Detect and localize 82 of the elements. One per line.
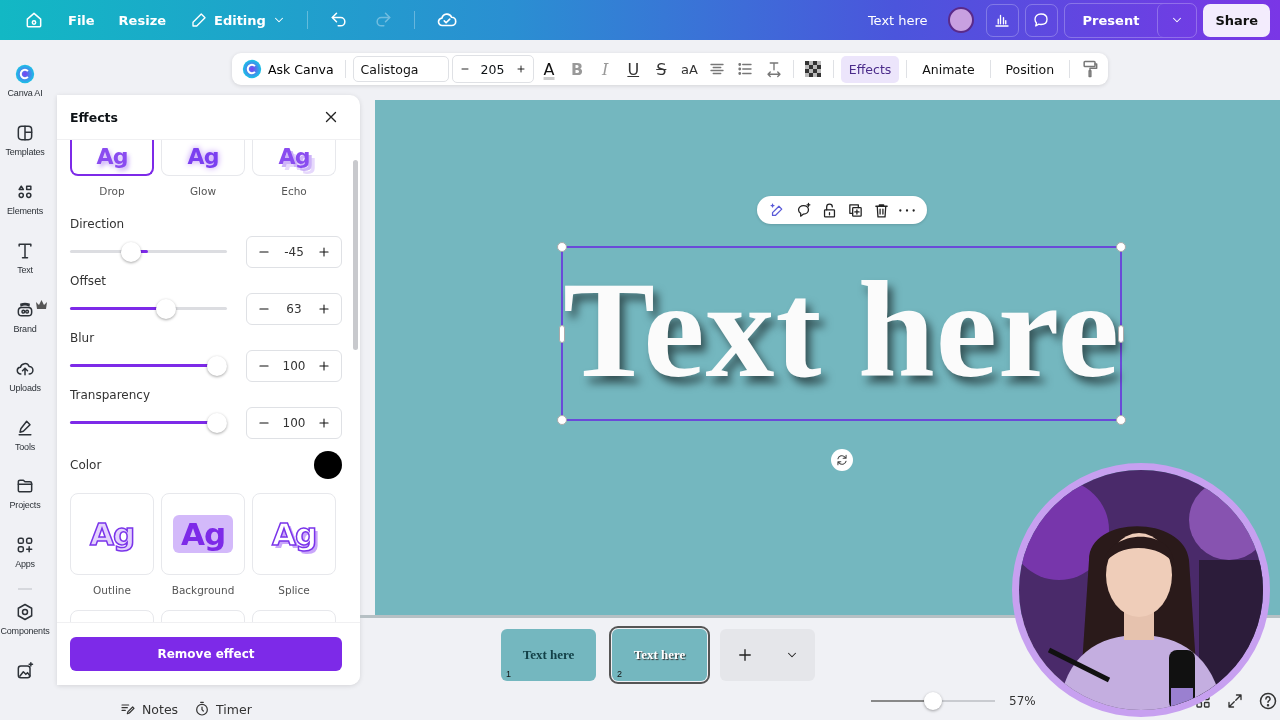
slider-label: Direction <box>70 217 126 231</box>
page-thumbnail[interactable]: Text here 1 <box>501 629 596 681</box>
sidebar-item[interactable]: Apps <box>0 535 50 595</box>
list-icon <box>736 60 755 78</box>
home-icon <box>24 10 44 30</box>
pencil-icon <box>190 11 208 29</box>
rotate-handle[interactable] <box>830 449 853 471</box>
sidebar-item[interactable]: Components <box>0 602 50 662</box>
resize-handle[interactable] <box>1116 242 1127 252</box>
value-stepper[interactable]: 63 <box>246 293 342 325</box>
sidebar-item[interactable]: Uploads <box>0 358 50 418</box>
plus-icon <box>317 302 331 316</box>
comment-button[interactable] <box>1024 3 1058 37</box>
sidebar-item[interactable]: Brand <box>0 299 50 359</box>
value-stepper[interactable]: -45 <box>246 236 342 268</box>
canva-ai-logo <box>15 64 35 84</box>
notes-button[interactable]: Notes <box>120 701 179 717</box>
sidebar-item[interactable]: Projects <box>0 476 50 536</box>
remove-effect-button[interactable]: Remove effect <box>70 637 342 671</box>
page-thumbnail[interactable]: Text here 2 <box>612 629 707 681</box>
plus-icon <box>317 416 331 430</box>
slider-label: Blur <box>70 331 96 345</box>
crown-icon <box>36 299 47 309</box>
slider-label: Transparency <box>70 388 152 402</box>
sidebar-item[interactable]: Tools <box>0 417 50 477</box>
design-title[interactable]: Text here <box>867 12 928 28</box>
toolbar-tab[interactable]: Animate <box>914 55 983 83</box>
value-stepper[interactable]: 100 <box>246 407 342 439</box>
color-swatch[interactable] <box>314 451 342 479</box>
scrollbar[interactable] <box>353 160 358 350</box>
slider-thumb[interactable] <box>207 356 227 376</box>
fullscreen-icon <box>1225 692 1244 710</box>
share-button[interactable]: Share <box>1203 3 1270 37</box>
resize-handle[interactable] <box>558 324 565 343</box>
plus-icon <box>317 245 331 259</box>
value-stepper[interactable]: 100 <box>246 350 342 382</box>
help-icon <box>1257 691 1278 711</box>
font-size-stepper[interactable]: 205 <box>451 55 534 83</box>
resize-handle[interactable] <box>556 242 567 252</box>
zoom-slider[interactable] <box>871 692 995 710</box>
sidebar-item[interactable]: Text <box>0 240 50 300</box>
text-spacing-icon <box>764 60 783 78</box>
sidebar-item[interactable]: Canva AI <box>0 64 50 123</box>
resize-handle[interactable] <box>556 415 567 425</box>
slider[interactable] <box>70 299 227 319</box>
checkerboard-icon <box>805 61 822 77</box>
stopwatch-icon <box>194 701 211 717</box>
speech-bubble-icon <box>1032 11 1051 29</box>
slider[interactable] <box>70 356 227 376</box>
timer-button[interactable]: Timer <box>194 701 252 717</box>
notes-icon <box>120 701 136 717</box>
resize-handle[interactable] <box>1118 324 1125 343</box>
insights-button[interactable] <box>985 3 1019 37</box>
ask-canva-button[interactable]: Ask Canva <box>238 59 338 79</box>
slider-thumb[interactable] <box>924 692 942 710</box>
avatar[interactable] <box>947 7 974 33</box>
trash-icon <box>872 201 890 219</box>
slider-thumb[interactable] <box>156 299 177 319</box>
hexagon-icon <box>15 602 35 623</box>
slider-thumb[interactable] <box>120 242 141 262</box>
panel-title: Effects <box>70 109 118 125</box>
format-button[interactable]: aA <box>676 56 702 82</box>
rotate-icon <box>834 453 849 467</box>
sidebar-item[interactable]: Elements <box>0 181 50 241</box>
format-button[interactable]: S <box>648 56 674 82</box>
slider[interactable] <box>70 413 227 433</box>
more-icon <box>898 208 915 212</box>
color-label: Color <box>70 458 102 472</box>
format-button[interactable]: A <box>536 56 562 82</box>
slider-thumb[interactable] <box>207 413 227 433</box>
toolbar-tab[interactable]: Position <box>997 55 1063 83</box>
sidebar-item[interactable]: Templates <box>0 122 50 182</box>
font-field[interactable]: Calistoga <box>352 56 449 82</box>
toolbar-tab[interactable]: Effects <box>840 55 900 83</box>
slider[interactable] <box>70 242 227 262</box>
slider-label: Offset <box>70 274 108 288</box>
resize-handle[interactable] <box>1116 415 1127 425</box>
zoom-percentage[interactable]: 57% <box>1009 694 1036 708</box>
format-button[interactable]: U <box>620 56 646 82</box>
plus-icon <box>317 359 331 373</box>
canva-ai-logo <box>242 59 262 79</box>
duplicate-icon <box>846 201 864 219</box>
